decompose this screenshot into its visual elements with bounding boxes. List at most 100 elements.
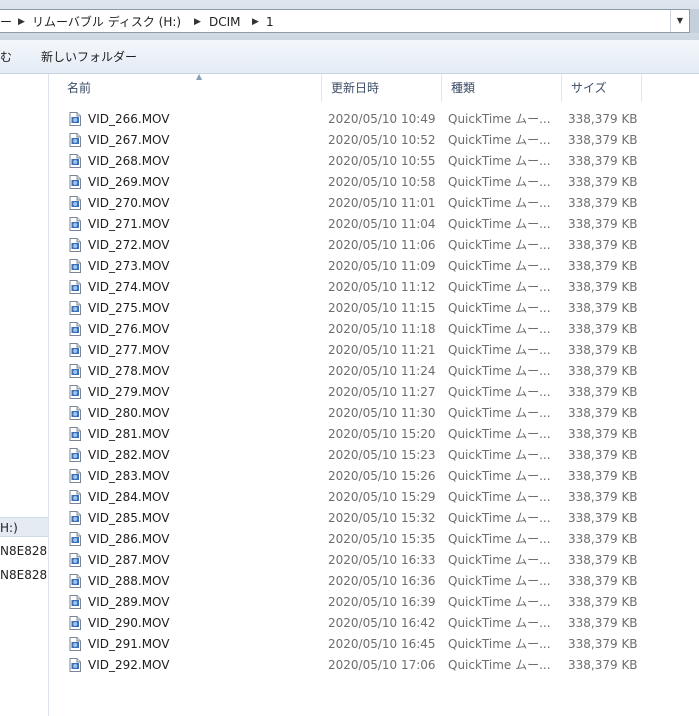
file-size: 338,379 KB bbox=[568, 112, 638, 126]
table-row[interactable]: VID_278.MOV 2020/05/10 11:24 QuickTime ムー.… bbox=[49, 361, 699, 382]
file-date: 2020/05/10 10:52 bbox=[328, 133, 436, 147]
table-row[interactable]: VID_284.MOV 2020/05/10 15:29 QuickTime ムー.… bbox=[49, 487, 699, 508]
table-row[interactable]: VID_268.MOV 2020/05/10 10:55 QuickTime ムー.… bbox=[49, 151, 699, 172]
movie-file-icon bbox=[69, 280, 81, 294]
file-type: QuickTime ムー... bbox=[448, 133, 551, 147]
table-row[interactable]: VID_266.MOV 2020/05/10 10:49 QuickTime ムー.… bbox=[49, 109, 699, 130]
file-size: 338,379 KB bbox=[568, 532, 638, 546]
column-header-size[interactable]: サイズ bbox=[562, 74, 642, 102]
table-row[interactable]: VID_279.MOV 2020/05/10 11:27 QuickTime ムー.… bbox=[49, 382, 699, 403]
file-date: 2020/05/10 11:18 bbox=[328, 322, 436, 336]
table-row[interactable]: VID_267.MOV 2020/05/10 10:52 QuickTime ムー.… bbox=[49, 130, 699, 151]
nav-item-network-1[interactable]: N8E828E bbox=[0, 541, 48, 561]
column-header-name[interactable]: 名前 ▲ bbox=[58, 72, 322, 102]
file-date: 2020/05/10 11:15 bbox=[328, 301, 436, 315]
chevron-down-icon[interactable]: ▼ bbox=[670, 10, 689, 32]
movie-file-icon bbox=[69, 301, 81, 315]
table-row[interactable]: VID_274.MOV 2020/05/10 11:12 QuickTime ムー.… bbox=[49, 277, 699, 298]
breadcrumb-separator-icon[interactable]: ▶ bbox=[194, 14, 201, 30]
file-list[interactable]: 名前 ▲ 更新日時 種類 サイズ VID_266.MOV 2020/05/10 1… bbox=[49, 72, 699, 716]
file-date: 2020/05/10 16:42 bbox=[328, 616, 436, 630]
address-bar[interactable]: ー ▶ リムーバブル ディスク (H:) ▶ DCIM ▶ 1 ▼ bbox=[0, 9, 690, 33]
file-name: VID_272.MOV bbox=[88, 238, 170, 252]
table-row[interactable]: VID_290.MOV 2020/05/10 16:42 QuickTime ムー.… bbox=[49, 613, 699, 634]
movie-file-icon bbox=[69, 154, 81, 168]
breadcrumb-separator-icon[interactable]: ▶ bbox=[18, 14, 25, 30]
movie-file-icon bbox=[69, 490, 81, 504]
file-date: 2020/05/10 10:58 bbox=[328, 175, 436, 189]
column-header-date[interactable]: 更新日時 bbox=[322, 74, 442, 102]
toolbar-cut-off-button[interactable]: む bbox=[0, 49, 12, 65]
table-row[interactable]: VID_285.MOV 2020/05/10 15:32 QuickTime ムー.… bbox=[49, 508, 699, 529]
table-row[interactable]: VID_288.MOV 2020/05/10 16:36 QuickTime ムー.… bbox=[49, 571, 699, 592]
file-name: VID_278.MOV bbox=[88, 364, 170, 378]
table-row[interactable]: VID_291.MOV 2020/05/10 16:45 QuickTime ムー.… bbox=[49, 634, 699, 655]
file-date: 2020/05/10 15:20 bbox=[328, 427, 436, 441]
breadcrumb-folder-1[interactable]: 1 bbox=[266, 14, 274, 30]
file-type: QuickTime ムー... bbox=[448, 238, 551, 252]
table-row[interactable]: VID_283.MOV 2020/05/10 15:26 QuickTime ムー.… bbox=[49, 466, 699, 487]
table-row[interactable]: VID_272.MOV 2020/05/10 11:06 QuickTime ムー.… bbox=[49, 235, 699, 256]
file-date: 2020/05/10 11:30 bbox=[328, 406, 436, 420]
file-size: 338,379 KB bbox=[568, 553, 638, 567]
table-row[interactable]: VID_289.MOV 2020/05/10 16:39 QuickTime ムー.… bbox=[49, 592, 699, 613]
file-type: QuickTime ムー... bbox=[448, 196, 551, 210]
table-row[interactable]: VID_292.MOV 2020/05/10 17:06 QuickTime ムー.… bbox=[49, 655, 699, 676]
file-date: 2020/05/10 11:09 bbox=[328, 259, 436, 273]
file-name: VID_284.MOV bbox=[88, 490, 170, 504]
file-name: VID_288.MOV bbox=[88, 574, 170, 588]
movie-file-icon bbox=[69, 469, 81, 483]
file-type: QuickTime ムー... bbox=[448, 469, 551, 483]
table-row[interactable]: VID_286.MOV 2020/05/10 15:35 QuickTime ムー.… bbox=[49, 529, 699, 550]
table-row[interactable]: VID_269.MOV 2020/05/10 10:58 QuickTime ムー.… bbox=[49, 172, 699, 193]
file-size: 338,379 KB bbox=[568, 616, 638, 630]
file-size: 338,379 KB bbox=[568, 574, 638, 588]
breadcrumb-separator-icon[interactable]: ▶ bbox=[252, 14, 259, 30]
file-name: VID_270.MOV bbox=[88, 196, 170, 210]
table-row[interactable]: VID_273.MOV 2020/05/10 11:09 QuickTime ムー.… bbox=[49, 256, 699, 277]
nav-item-network-2[interactable]: N8E828E bbox=[0, 565, 48, 585]
new-folder-button[interactable]: 新しいフォルダー bbox=[41, 49, 137, 65]
file-date: 2020/05/10 11:12 bbox=[328, 280, 436, 294]
movie-file-icon bbox=[69, 217, 81, 231]
file-size: 338,379 KB bbox=[568, 238, 638, 252]
file-name: VID_289.MOV bbox=[88, 595, 170, 609]
movie-file-icon bbox=[69, 616, 81, 630]
file-type: QuickTime ムー... bbox=[448, 616, 551, 630]
file-date: 2020/05/10 16:39 bbox=[328, 595, 436, 609]
file-type: QuickTime ムー... bbox=[448, 301, 551, 315]
table-row[interactable]: VID_281.MOV 2020/05/10 15:20 QuickTime ムー.… bbox=[49, 424, 699, 445]
file-date: 2020/05/10 16:33 bbox=[328, 553, 436, 567]
file-type: QuickTime ムー... bbox=[448, 553, 551, 567]
movie-file-icon bbox=[69, 343, 81, 357]
nav-item-removable-disk[interactable]: H:) bbox=[0, 517, 48, 537]
file-type: QuickTime ムー... bbox=[448, 406, 551, 420]
table-row[interactable]: VID_280.MOV 2020/05/10 11:30 QuickTime ムー.… bbox=[49, 403, 699, 424]
file-size: 338,379 KB bbox=[568, 280, 638, 294]
breadcrumb-dcim[interactable]: DCIM bbox=[209, 14, 241, 30]
file-name: VID_274.MOV bbox=[88, 280, 170, 294]
table-row[interactable]: VID_282.MOV 2020/05/10 15:23 QuickTime ムー.… bbox=[49, 445, 699, 466]
table-row[interactable]: VID_287.MOV 2020/05/10 16:33 QuickTime ムー.… bbox=[49, 550, 699, 571]
movie-file-icon bbox=[69, 553, 81, 567]
navigation-pane[interactable]: H:) N8E828E N8E828E bbox=[0, 74, 49, 716]
breadcrumb-overflow[interactable]: ー bbox=[0, 14, 12, 30]
file-size: 338,379 KB bbox=[568, 175, 638, 189]
file-size: 338,379 KB bbox=[568, 490, 638, 504]
column-header-type[interactable]: 種類 bbox=[442, 74, 562, 102]
table-row[interactable]: VID_271.MOV 2020/05/10 11:04 QuickTime ムー.… bbox=[49, 214, 699, 235]
file-size: 338,379 KB bbox=[568, 406, 638, 420]
movie-file-icon bbox=[69, 595, 81, 609]
table-row[interactable]: VID_275.MOV 2020/05/10 11:15 QuickTime ムー.… bbox=[49, 298, 699, 319]
file-size: 338,379 KB bbox=[568, 448, 638, 462]
table-row[interactable]: VID_277.MOV 2020/05/10 11:21 QuickTime ムー.… bbox=[49, 340, 699, 361]
file-size: 338,379 KB bbox=[568, 301, 638, 315]
file-name: VID_266.MOV bbox=[88, 112, 170, 126]
file-size: 338,379 KB bbox=[568, 637, 638, 651]
file-date: 2020/05/10 10:55 bbox=[328, 154, 436, 168]
table-row[interactable]: VID_270.MOV 2020/05/10 11:01 QuickTime ムー.… bbox=[49, 193, 699, 214]
breadcrumb-removable-disk[interactable]: リムーバブル ディスク (H:) bbox=[32, 14, 181, 30]
file-date: 2020/05/10 15:29 bbox=[328, 490, 436, 504]
table-row[interactable]: VID_276.MOV 2020/05/10 11:18 QuickTime ムー.… bbox=[49, 319, 699, 340]
file-type: QuickTime ムー... bbox=[448, 532, 551, 546]
